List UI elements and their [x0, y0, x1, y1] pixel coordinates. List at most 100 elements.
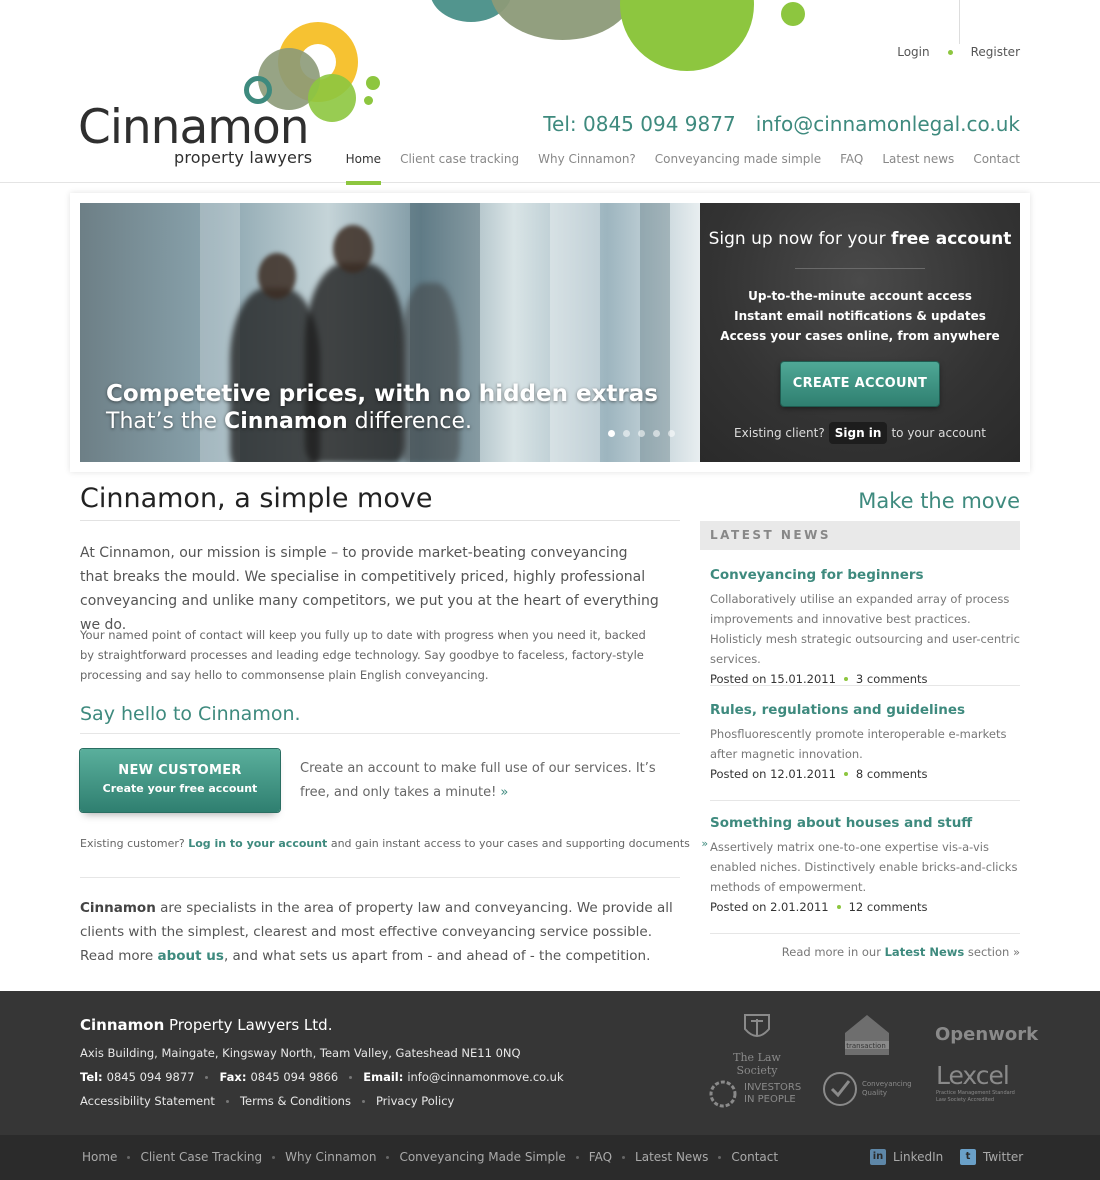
- header-bubble: [781, 2, 805, 26]
- header-phone: Tel: 0845 094 9877: [543, 112, 736, 136]
- make-the-move-heading: Make the move: [858, 489, 1020, 513]
- news-excerpt: Collaboratively utilise an expanded arra…: [710, 592, 1020, 666]
- divider: [80, 733, 680, 734]
- page-title: Cinnamon, a simple move: [80, 483, 433, 514]
- footer-address: Axis Building, Maingate, Kingsway North,…: [80, 1046, 521, 1060]
- nav-home[interactable]: Home: [345, 152, 382, 185]
- crest-icon: [744, 1014, 770, 1037]
- latest-news-heading: LATEST NEWS: [700, 521, 1020, 550]
- new-customer-button[interactable]: NEW CUSTOMER Create your free account: [80, 749, 280, 812]
- divider: [795, 268, 925, 269]
- news-item: Something about houses and stuff Asserti…: [710, 815, 1020, 917]
- footer-nav-client-case-tracking[interactable]: Client Case Tracking: [140, 1150, 262, 1164]
- news-title[interactable]: Something about houses and stuff: [710, 815, 1020, 831]
- new-customer-text: Create an account to make full use of ou…: [300, 761, 656, 800]
- footer-nav-latest-news[interactable]: Latest News: [635, 1150, 708, 1164]
- person-head: [258, 253, 296, 299]
- accessibility-link[interactable]: Accessibility Statement: [80, 1094, 215, 1108]
- person-figure: [400, 283, 460, 462]
- logo-bubble: [364, 96, 373, 105]
- contact-paragraph: Your named point of contact will keep yo…: [80, 628, 646, 682]
- footer-phone: 0845 094 9877: [106, 1070, 195, 1084]
- slide-dot[interactable]: [668, 430, 675, 437]
- nav-contact[interactable]: Contact: [973, 152, 1020, 185]
- nav-faq[interactable]: FAQ: [840, 152, 863, 185]
- latest-news-link[interactable]: Latest News: [885, 945, 965, 959]
- logo-tagline: property lawyers: [174, 148, 313, 167]
- nav-latest-news[interactable]: Latest news: [882, 152, 954, 185]
- logo[interactable]: Cinnamon property lawyers: [78, 20, 388, 170]
- site-header: Cinnamon property lawyers Login Register…: [0, 0, 1100, 185]
- nav-why-cinnamon[interactable]: Why Cinnamon?: [538, 152, 636, 185]
- news-title[interactable]: Rules, regulations and guidelines: [710, 702, 1020, 718]
- hero-headline: Competetive prices, with no hidden extra…: [106, 381, 658, 407]
- comments-link[interactable]: 12 comments: [849, 897, 928, 917]
- terms-link[interactable]: Terms & Conditions: [240, 1094, 351, 1108]
- nav-client-case-tracking[interactable]: Client case tracking: [400, 152, 519, 185]
- create-account-button[interactable]: CREATE ACCOUNT: [781, 362, 939, 406]
- slide-dot[interactable]: [623, 430, 630, 437]
- slide-dot[interactable]: [638, 430, 645, 437]
- login-account-link[interactable]: Log in to your account: [188, 837, 327, 850]
- header-contact: Tel: 0845 094 9877 info@cinnamonlegal.co…: [543, 112, 1020, 136]
- linkedin-link[interactable]: in LinkedIn: [870, 1149, 943, 1165]
- slide-pagination: [608, 430, 675, 437]
- header-email[interactable]: info@cinnamonlegal.co.uk: [756, 112, 1020, 136]
- divider: [710, 800, 1020, 801]
- openwork-badge: Openwork: [935, 1024, 1039, 1045]
- comments-link[interactable]: 8 comments: [856, 764, 928, 784]
- slide-dot[interactable]: [608, 430, 615, 437]
- hero-slide-image: Competetive prices, with no hidden extra…: [80, 203, 700, 462]
- login-link[interactable]: Login: [897, 45, 929, 59]
- sign-in-button[interactable]: Sign in: [828, 422, 888, 444]
- footer-nav-contact[interactable]: Contact: [731, 1150, 778, 1164]
- nav-conveyancing-made-simple[interactable]: Conveyancing made simple: [655, 152, 821, 185]
- twitter-icon: t: [960, 1149, 976, 1165]
- footer-email[interactable]: info@cinnamonmove.co.uk: [407, 1070, 563, 1084]
- lexcel-badge: Lexcel Practice Management Standard Law …: [936, 1061, 1015, 1103]
- news-meta: Posted on 12.01.2011 8 comments: [710, 764, 1020, 784]
- signup-title: Sign up now for your free account: [708, 229, 1012, 249]
- comments-link[interactable]: 3 comments: [856, 669, 928, 689]
- signup-panel: Sign up now for your free account Up-to-…: [700, 203, 1020, 462]
- intro-paragraph: At Cinnamon, our mission is simple – to …: [80, 545, 659, 633]
- hero-subline: That’s the Cinnamon difference.: [106, 409, 473, 434]
- news-meta: Posted on 15.01.2011 3 comments: [710, 669, 1020, 689]
- footer-nav-home[interactable]: Home: [82, 1150, 117, 1164]
- news-title[interactable]: Conveyancing for beginners: [710, 567, 1020, 583]
- hero-caption: Competetive prices, with no hidden extra…: [106, 381, 658, 434]
- about-us-link[interactable]: about us: [157, 948, 223, 964]
- house-icon: [845, 1015, 889, 1055]
- more-arrow[interactable]: »: [500, 785, 508, 800]
- benefit-item: Up-to-the-minute account access: [748, 289, 972, 303]
- news-meta: Posted on 2.01.2011 12 comments: [710, 897, 1020, 917]
- divider: [80, 520, 680, 521]
- site-footer: Cinnamon Property Lawyers Ltd. Axis Buil…: [0, 991, 1100, 1135]
- register-link[interactable]: Register: [971, 45, 1020, 59]
- top-divider: [959, 0, 960, 44]
- conveyancing-quality-badge: Conveyancing Quality: [822, 1069, 912, 1109]
- footer-nav-conveyancing-made-simple[interactable]: Conveyancing Made Simple: [399, 1150, 565, 1164]
- privacy-link[interactable]: Privacy Policy: [376, 1094, 454, 1108]
- divider: [710, 933, 1020, 934]
- footer-fax: 0845 094 9866: [250, 1070, 339, 1084]
- footer-contact: Tel: 0845 094 9877 Fax: 0845 094 9866 Emai…: [80, 1070, 564, 1084]
- footer-nav-faq[interactable]: FAQ: [589, 1150, 612, 1164]
- logo-bubble: [308, 74, 356, 122]
- divider: [80, 877, 680, 878]
- investors-in-people-badge: INVESTORS IN PEOPLE: [708, 1079, 801, 1109]
- twitter-link[interactable]: t Twitter: [960, 1149, 1023, 1165]
- footer-legal-links: Accessibility Statement Terms & Conditio…: [80, 1094, 454, 1108]
- header-bubble: [620, 0, 754, 71]
- bottom-nav-bar: Home Client Case Tracking Why Cinnamon C…: [0, 1135, 1100, 1180]
- linkedin-icon: in: [870, 1149, 886, 1165]
- existing-client-line: Existing client? Sign in to your account: [700, 422, 1020, 444]
- account-links: Login Register: [897, 45, 1020, 59]
- slide-dot[interactable]: [653, 430, 660, 437]
- separator-dot: [947, 49, 953, 55]
- benefit-item: Access your cases online, from anywhere: [720, 329, 1000, 343]
- transaction-badge: transaction: [840, 1011, 894, 1061]
- footer-nav-why-cinnamon[interactable]: Why Cinnamon: [285, 1150, 376, 1164]
- news-excerpt: Assertively matrix one-to-one expertise …: [710, 840, 1018, 894]
- more-arrow[interactable]: »: [701, 837, 708, 850]
